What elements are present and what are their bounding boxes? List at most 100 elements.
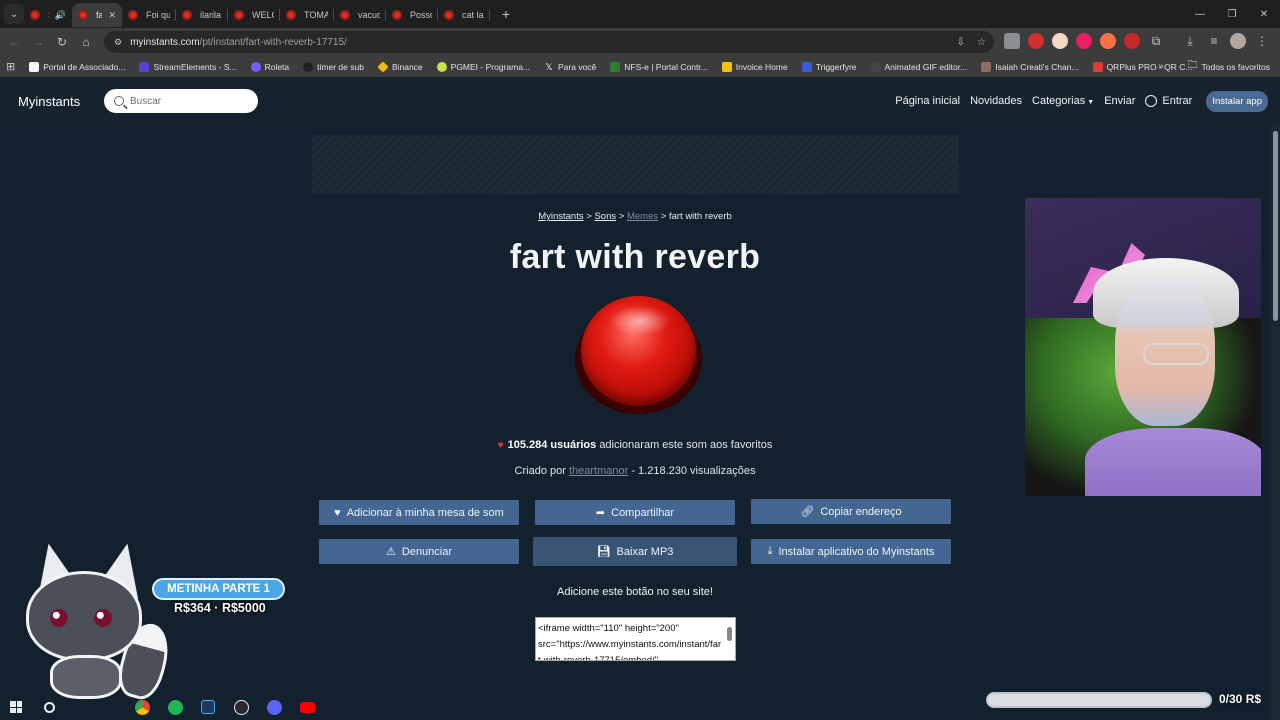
menu-dots-icon[interactable]: ⋮ [1254, 33, 1270, 49]
browser-tab[interactable]: Posso [386, 3, 438, 27]
myinstants-favicon-icon [128, 10, 138, 20]
bookmark-item[interactable]: Roleta [250, 61, 289, 72]
all-bookmarks-folder[interactable]: 🗀 Todos os favoritos [1187, 58, 1270, 75]
nav-news-link[interactable]: Novidades [970, 95, 1022, 107]
nav-home-link[interactable]: Página inicial [895, 95, 960, 107]
bookmark-favicon-icon [303, 61, 314, 72]
extension-icon[interactable] [1004, 33, 1020, 49]
youtube-icon[interactable] [294, 696, 320, 718]
home-icon[interactable]: ⌂ [74, 35, 98, 49]
new-tab-button[interactable]: + [494, 6, 518, 22]
discord-icon[interactable] [261, 696, 287, 718]
windows-icon[interactable] [3, 696, 29, 718]
app-icon[interactable] [195, 696, 221, 718]
restore-button[interactable]: ❐ [1216, 9, 1248, 20]
bookmark-favicon-icon [436, 61, 447, 72]
media-control-icon[interactable]: ≡ [1206, 33, 1222, 49]
bookmark-item[interactable]: Isaiah Creati's Chan... [981, 61, 1079, 72]
site-info-icon[interactable]: ⚙ [114, 37, 122, 48]
spotify-icon[interactable] [162, 696, 188, 718]
bookmark-item[interactable]: timer de sub [303, 61, 364, 72]
copy-link-button[interactable]: 🔗︎ Copiar endereço [751, 499, 951, 524]
myinstants-favicon-icon [30, 10, 40, 20]
browser-tab-active[interactable]: fa ✕ [72, 3, 122, 27]
nav-submit-link[interactable]: Enviar [1104, 95, 1135, 107]
bookmark-item[interactable]: 𝕏 Para você [544, 62, 596, 72]
bookmark-item[interactable]: Binance [377, 60, 423, 73]
myinstants-favicon-icon [234, 10, 244, 20]
share-button[interactable]: ➦ Compartilhar [535, 500, 735, 525]
minimize-button[interactable]: — [1184, 9, 1216, 20]
extension-icon[interactable] [1028, 33, 1044, 49]
add-to-soundboard-button[interactable]: ♥ Adicionar à minha mesa de som [319, 500, 519, 525]
browser-tab[interactable]: vacuo [334, 3, 386, 27]
search-icon[interactable] [36, 696, 62, 718]
close-tab-icon[interactable]: ✕ [108, 10, 116, 21]
extension-icon[interactable] [1076, 33, 1092, 49]
bookmark-favicon-icon [29, 61, 40, 72]
bookmark-favicon-icon [870, 61, 881, 72]
browser-toolbar: ← → ↻ ⌂ ⚙ myinstants.com/pt/instant/fart… [0, 28, 1280, 56]
close-window-button[interactable]: ✕ [1248, 9, 1280, 20]
site-logo[interactable]: Myinstants [18, 94, 80, 109]
forward-arrow-icon[interactable]: → [26, 35, 50, 49]
myinstants-favicon-icon [340, 10, 350, 20]
bookmark-item[interactable]: PGMEI - Programa... [436, 61, 530, 72]
bookmark-item[interactable]: Portal de Associado... [29, 61, 125, 72]
bookmark-item[interactable]: StreamElements - S... [139, 61, 237, 72]
bookmark-item[interactable]: NFS-e | Portal Contr... [610, 61, 708, 72]
browser-tab[interactable]: So 🔊 [24, 3, 72, 27]
extension-icon[interactable] [1052, 33, 1068, 49]
browser-tab[interactable]: WELC [228, 3, 280, 27]
x-logo-icon: 𝕏 [545, 61, 553, 72]
bookmark-item[interactable]: Invoice Home [721, 61, 788, 72]
address-bar[interactable]: ⚙ myinstants.com/pt/instant/fart-with-re… [104, 31, 994, 53]
profile-avatar[interactable] [1230, 33, 1246, 49]
extension-icon[interactable] [1100, 33, 1116, 49]
fox-mascot-image [22, 538, 176, 704]
embed-code-textarea[interactable] [535, 617, 736, 661]
bookmark-favicon-icon [801, 61, 812, 72]
speaker-icon[interactable]: 🔊 [55, 10, 66, 21]
browser-tab[interactable]: cat la [438, 3, 490, 27]
bookmark-item[interactable]: Animated GIF editor... [870, 61, 967, 72]
install-app-action-button[interactable]: ⤓ Instalar aplicativo do Myinstants [751, 539, 951, 564]
embed-scrollbar[interactable] [725, 619, 734, 659]
report-button[interactable]: ⚠ Denunciar [319, 539, 519, 564]
breadcrumb-home-link[interactable]: Myinstants [538, 211, 583, 222]
reload-icon[interactable]: ↻ [50, 35, 74, 49]
breadcrumb-sounds-link[interactable]: Sons [594, 211, 616, 222]
nav-categories-dropdown[interactable]: Categorias ▼ [1032, 95, 1094, 107]
bookmark-item[interactable]: Triggerfyre [801, 61, 857, 72]
install-app-button[interactable]: Instalar app [1206, 90, 1268, 112]
extension-icon[interactable] [1124, 33, 1140, 49]
chrome-icon[interactable] [129, 696, 155, 718]
more-bookmarks-chevron-icon[interactable]: » [1158, 61, 1164, 72]
tab-search-chevron-icon[interactable]: ⌄ [4, 4, 24, 24]
bookmark-star-icon[interactable]: ☆ [977, 37, 986, 48]
search-icon [114, 96, 124, 106]
search-box[interactable] [104, 89, 258, 113]
browser-tab[interactable]: ilarila [176, 3, 228, 27]
caret-down-icon: ▼ [1087, 99, 1095, 106]
page-scrollbar[interactable] [1271, 123, 1280, 720]
link-icon: 🔗︎ [800, 506, 815, 518]
puzzle-extensions-icon[interactable]: ⧉ [1148, 33, 1164, 49]
play-sound-button[interactable] [575, 296, 702, 414]
browser-tab[interactable]: TOMA [280, 3, 334, 27]
nav-login-link[interactable]: Entrar [1145, 95, 1192, 108]
breadcrumb-current: fart with reverb [668, 211, 732, 222]
browser-tab[interactable]: Foi qu [122, 3, 176, 27]
creator-link[interactable]: theartmanor [569, 465, 628, 477]
myinstants-favicon-icon [78, 10, 88, 20]
bookmark-item[interactable]: QRPlus PRO - QR C... [1092, 61, 1193, 72]
search-input[interactable] [130, 95, 250, 107]
apps-grid-icon[interactable]: ⊞ [6, 60, 15, 73]
install-page-icon[interactable]: ⇩ [957, 37, 965, 48]
download-mp3-button[interactable]: 💾︎ Baixar MP3 [533, 537, 737, 566]
obs-icon[interactable] [228, 696, 254, 718]
breadcrumb-memes-link[interactable]: Memes [627, 211, 658, 222]
donation-goal-title: METINHA PARTE 1 [152, 578, 285, 600]
back-arrow-icon[interactable]: ← [2, 35, 26, 49]
download-icon[interactable]: ⤓ [1182, 33, 1198, 49]
